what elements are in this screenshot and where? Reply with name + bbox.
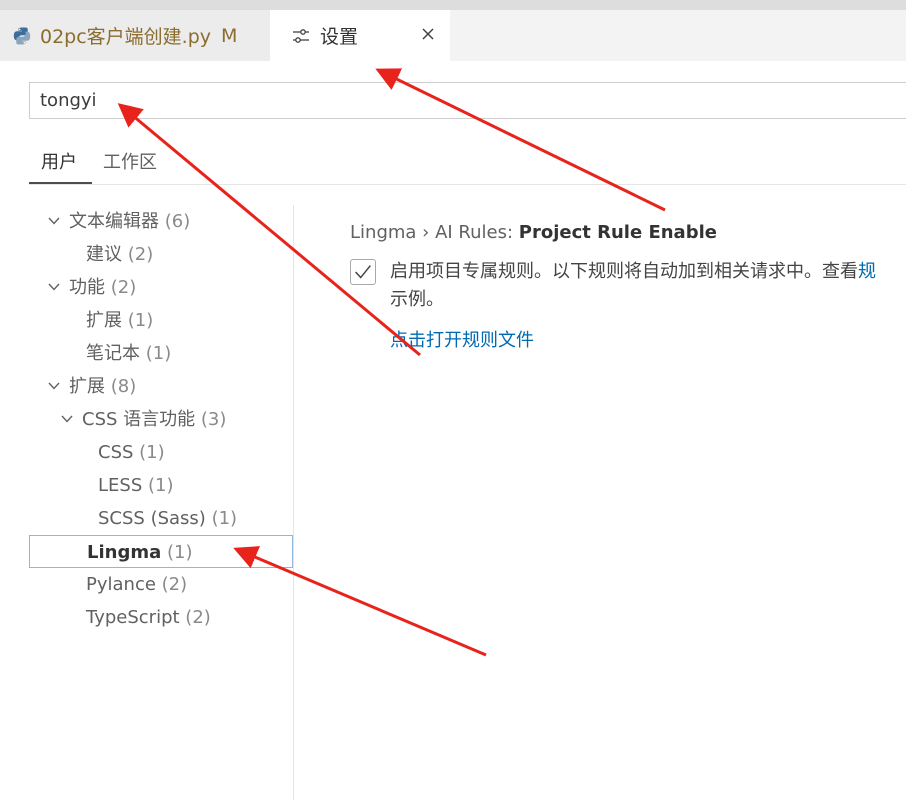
settings-icon	[293, 28, 309, 43]
rules-doc-link[interactable]: 规	[858, 261, 876, 282]
setting-checkbox[interactable]	[350, 259, 376, 285]
tree-item-suggestions[interactable]: 建议 (2)	[86, 238, 153, 271]
window-top-strip	[0, 0, 906, 10]
close-icon[interactable]	[420, 26, 436, 42]
chevron-down-icon	[61, 415, 73, 423]
tree-item-features[interactable]: 功能 (2)	[47, 271, 136, 304]
tree-item-css[interactable]: CSS (1)	[98, 436, 165, 469]
checkmark-icon	[355, 265, 371, 279]
active-tab-underline	[29, 182, 92, 184]
tree-item-notebook[interactable]: 笔记本 (1)	[86, 337, 171, 370]
tree-item-pylance[interactable]: Pylance (2)	[86, 568, 187, 601]
tree-item-less[interactable]: LESS (1)	[98, 469, 174, 502]
open-rule-file-link[interactable]: 点击打开规则文件	[390, 326, 534, 352]
tab-user[interactable]: 用户	[41, 148, 77, 174]
tree-item-text-editor[interactable]: 文本编辑器 (6)	[47, 205, 190, 238]
setting-project-rule-enable: Lingma › AI Rules: Project Rule Enable 启…	[350, 222, 876, 351]
chevron-down-icon	[48, 382, 60, 390]
settings-search-input[interactable]	[29, 82, 906, 119]
setting-description: 启用项目专属规则。以下规则将自动加到相关请求中。查看规 示例。	[390, 261, 876, 310]
python-icon	[13, 27, 31, 44]
tree-item-typescript[interactable]: TypeScript (2)	[86, 601, 211, 634]
tab-workspace[interactable]: 工作区	[103, 148, 157, 174]
editor-tab-bar: 02pc客户端创建.py M 设置	[0, 10, 906, 61]
tree-item-scss[interactable]: SCSS (Sass) (1)	[98, 502, 237, 535]
tab-label: 设置	[320, 26, 359, 48]
toc-divider[interactable]	[293, 205, 294, 800]
tree-item-lingma[interactable]: Lingma (1)	[29, 535, 293, 568]
chevron-down-icon	[48, 283, 60, 291]
chevron-down-icon	[48, 217, 60, 225]
tree-item-features-extensions[interactable]: 扩展 (1)	[86, 304, 153, 337]
tab-label: 02pc客户端创建.py	[40, 26, 212, 48]
tree-item-extensions[interactable]: 扩展 (8)	[47, 370, 136, 403]
modified-indicator: M	[221, 24, 238, 47]
settings-scope-tabs: 用户 工作区	[29, 140, 906, 185]
tab-python-file[interactable]: 02pc客户端创建.py M	[0, 10, 270, 61]
tab-settings[interactable]: 设置	[270, 10, 450, 61]
setting-title: Lingma › AI Rules: Project Rule Enable	[350, 222, 717, 243]
tree-item-css-language-features[interactable]: CSS 语言功能 (3)	[60, 403, 226, 436]
